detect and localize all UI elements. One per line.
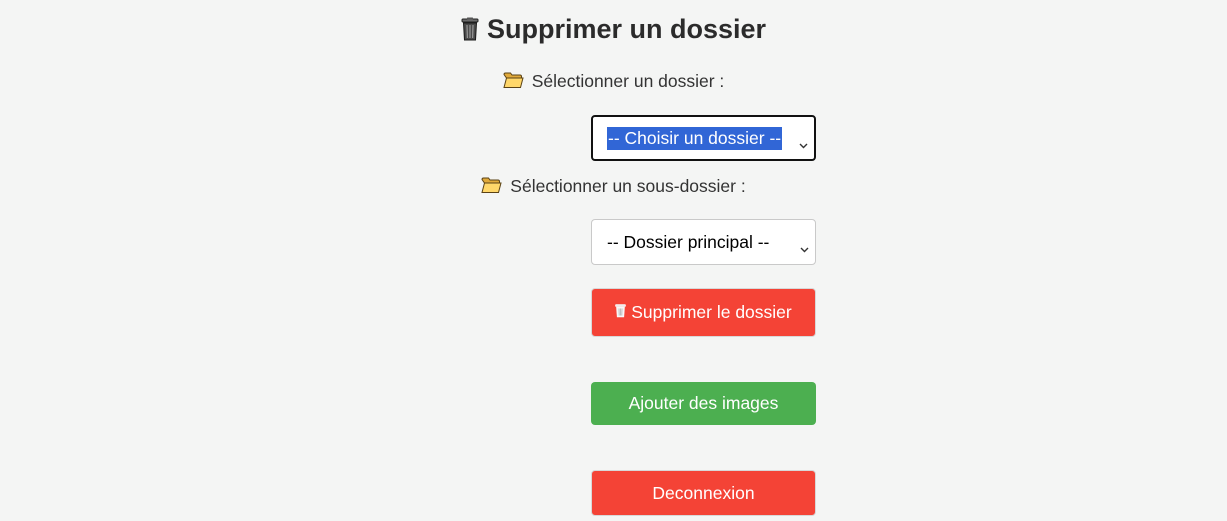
subfolder-select[interactable]: -- Dossier principal -- (591, 219, 816, 265)
folder-select-label: Sélectionner un dossier : (0, 70, 1227, 94)
folder-select[interactable]: -- Choisir un dossier -- (591, 115, 816, 161)
add-images-button-label: Ajouter des images (628, 393, 779, 413)
subfolder-select-label: Sélectionner un sous-dossier : (0, 175, 1227, 199)
folder-icon (481, 177, 502, 199)
trash-can-icon (615, 302, 627, 323)
logout-button[interactable]: Deconnexion (591, 470, 816, 516)
folder-icon (503, 72, 524, 94)
subfolder-select-value: -- Dossier principal -- (607, 231, 770, 252)
trash-can-icon (461, 15, 479, 49)
delete-folder-button[interactable]: Supprimer le dossier (591, 288, 816, 337)
page-title-text: Supprimer un dossier (486, 14, 767, 44)
folder-select-label-text: Sélectionner un dossier : (531, 71, 725, 91)
delete-folder-button-label: Supprimer le dossier (631, 302, 792, 322)
chevron-down-icon (800, 238, 809, 259)
chevron-down-icon (799, 134, 808, 155)
add-images-button[interactable]: Ajouter des images (591, 382, 816, 425)
folder-select-value: -- Choisir un dossier -- (607, 126, 783, 150)
logout-button-label: Deconnexion (652, 482, 755, 503)
subfolder-select-label-text: Sélectionner un sous-dossier : (510, 176, 746, 196)
page-title: Supprimer un dossier (0, 12, 1227, 49)
